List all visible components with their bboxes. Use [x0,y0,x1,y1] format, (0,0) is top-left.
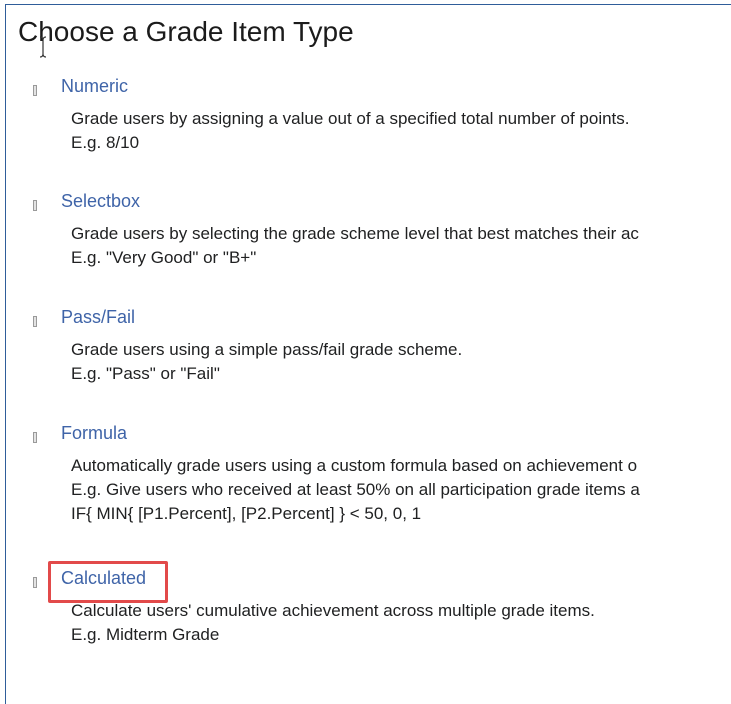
link-numeric[interactable]: Numeric [61,74,128,98]
drag-handle-icon [33,577,37,588]
drag-handle-icon [33,200,37,211]
drag-handle-icon [33,432,37,443]
example-line: E.g. "Pass" or "Fail" [71,364,220,383]
description-line: Automatically grade users using a custom… [71,456,638,475]
example-line: E.g. Midterm Grade [71,625,220,644]
drag-handle-icon [33,316,37,327]
link-pass-fail[interactable]: Pass/Fail [61,305,135,329]
formula-example-line: IF{ MIN{ [P1.Percent], [P2.Percent] } < … [71,504,422,523]
drag-handle-icon [33,85,37,96]
description-line: Grade users by selecting the grade schem… [71,224,639,243]
annotation-highlight-box [48,561,168,603]
link-formula[interactable]: Formula [61,421,127,445]
link-selectbox[interactable]: Selectbox [61,189,140,213]
example-line: E.g. Give users who received at least 50… [71,480,640,499]
example-line: E.g. 8/10 [71,133,140,152]
example-line: E.g. "Very Good" or "B+" [71,248,257,267]
description-line: Grade users using a simple pass/fail gra… [71,340,463,359]
description-line: Grade users by assigning a value out of … [71,109,630,128]
